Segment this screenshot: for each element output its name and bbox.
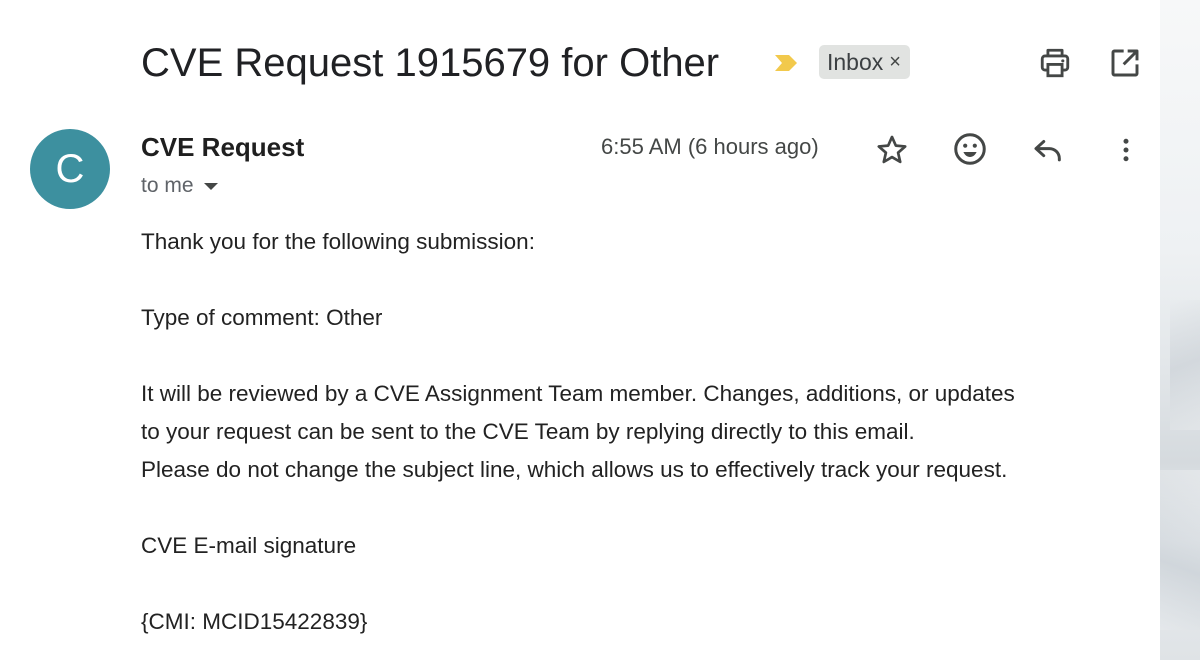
star-icon <box>877 135 907 164</box>
recipient-text: to me <box>141 174 194 197</box>
body-line-subject-note: Please do not change the subject line, w… <box>141 457 1008 482</box>
emoji-reaction-icon <box>954 133 986 165</box>
recipient-details-toggle[interactable]: to me <box>141 174 218 198</box>
remove-label-close-icon[interactable]: × <box>889 51 901 74</box>
print-icon <box>1040 48 1070 78</box>
email-view: CVE Request 1915679 for Other Inbox × C … <box>0 0 1160 660</box>
sender-name[interactable]: CVE Request <box>141 132 304 163</box>
open-in-new-window-icon <box>1111 49 1139 77</box>
body-line-review-2: to your request can be sent to the CVE T… <box>141 419 915 444</box>
more-vertical-icon <box>1123 138 1129 162</box>
inbox-label-text: Inbox <box>827 48 884 75</box>
sender-avatar[interactable]: C <box>30 129 110 209</box>
body-line-review-1: It will be reviewed by a CVE Assignment … <box>141 381 1015 406</box>
open-in-new-window-button[interactable] <box>1106 44 1144 82</box>
importance-marker-icon[interactable] <box>773 53 799 73</box>
body-line-thanks: Thank you for the following submission: <box>141 229 535 254</box>
reply-button[interactable] <box>1028 130 1068 170</box>
body-line-signature: CVE E-mail signature <box>141 533 357 558</box>
more-options-button[interactable] <box>1106 130 1146 170</box>
body-line-cmi-id: {CMI: MCID15422839} <box>141 609 368 634</box>
inbox-label-chip: Inbox × <box>819 45 910 79</box>
print-button[interactable] <box>1036 44 1074 82</box>
reply-icon <box>1034 140 1061 162</box>
background-wallpaper-edge <box>1160 0 1200 660</box>
add-reaction-button[interactable] <box>950 129 990 169</box>
caret-down-icon <box>203 182 218 190</box>
email-subject: CVE Request 1915679 for Other <box>141 41 720 85</box>
body-line-comment-type: Type of comment: Other <box>141 305 383 330</box>
star-button[interactable] <box>872 130 912 170</box>
email-timestamp: 6:55 AM (6 hours ago) <box>601 134 819 159</box>
